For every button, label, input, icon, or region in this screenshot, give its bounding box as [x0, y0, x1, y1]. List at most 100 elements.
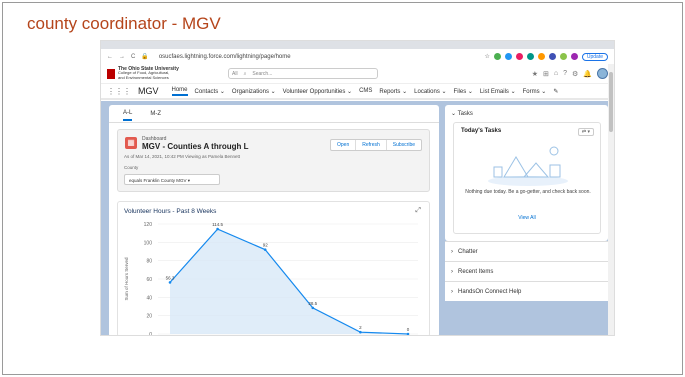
help-icon[interactable]: ? [563, 70, 567, 77]
extension-icon[interactable] [537, 53, 545, 60]
expand-icon[interactable]: ⤢ [415, 207, 421, 215]
chevron-right-icon: › [451, 268, 453, 275]
refresh-button[interactable]: Refresh [356, 140, 387, 150]
data-point [168, 281, 172, 284]
page-content: A-L M-Z ▦ Dashboard MGV - Counties A thr… [101, 101, 614, 336]
todays-tasks-title: Today's Tasks [461, 128, 502, 134]
dashboard-header: ▦ Dashboard MGV - Counties A through L A… [117, 129, 430, 192]
extension-icon[interactable] [504, 53, 512, 60]
add-icon[interactable]: ⊞ [543, 70, 549, 78]
gear-icon[interactable]: ⚙ [572, 70, 578, 78]
tasks-card: ⌄ Tasks Today's Tasks ⇄ ▾ Nothing due to… [445, 105, 608, 241]
data-label: 28.5 [308, 301, 317, 306]
extension-bar: ☆ Update [484, 52, 608, 61]
dashboard-meta: As of Mar 14, 2021, 10:42 PM Viewing as … [124, 154, 240, 159]
url-text[interactable]: osucfaes.lightning.force.com/lightning/p… [159, 54, 291, 60]
data-label: 0 [407, 327, 410, 332]
page-scrollbar[interactable] [608, 64, 614, 335]
lock-icon: 🔒 [141, 54, 149, 60]
series-area [170, 229, 408, 334]
star-icon[interactable]: ☆ [484, 53, 489, 60]
org-name-line3: and Environmental Sciences [118, 74, 169, 80]
nav-item-label: Files [453, 88, 467, 95]
y-tick-label: 40 [146, 295, 152, 301]
org-name: The Ohio State University College of Foo… [118, 66, 188, 81]
avatar[interactable] [597, 68, 608, 79]
nav-item-organizations[interactable]: Organizations ⌄ [232, 88, 276, 95]
slide-title: county coordinator - MGV [27, 14, 221, 33]
accordion-label: Chatter [458, 248, 478, 255]
chevron-right-icon: › [451, 288, 453, 295]
extension-icon[interactable] [526, 53, 534, 60]
edit-nav-icon[interactable]: ✎ [553, 88, 558, 95]
empty-tasks-message: Nothing due today. Be a go-getter, and c… [465, 189, 591, 195]
right-panel: ⌄ Tasks Today's Tasks ⇄ ▾ Nothing due to… [445, 105, 608, 335]
extension-icon[interactable] [559, 53, 567, 60]
search-icon: ⌕ [243, 70, 247, 77]
search-placeholder: Search... [252, 70, 273, 77]
y-tick-label: 0 [149, 332, 152, 336]
nav-item-reports[interactable]: Reports ⌄ [379, 88, 407, 95]
dashboard-icon: ▦ [125, 137, 137, 149]
y-tick-label: 100 [144, 240, 153, 246]
salesforce-header: The Ohio State University College of Foo… [101, 64, 614, 84]
osu-logo [107, 68, 115, 79]
open-button[interactable]: Open [331, 140, 357, 150]
nav-item-volunteer-opportunities[interactable]: Volunteer Opportunities ⌄ [283, 88, 352, 95]
forward-icon[interactable]: → [119, 54, 125, 60]
nav-item-cms[interactable]: CMS [359, 88, 372, 94]
tab-m-z[interactable]: M-Z [150, 111, 161, 117]
nav-item-label: Organizations [231, 88, 269, 95]
data-label: 2 [359, 325, 362, 330]
search-scope[interactable]: All [232, 71, 238, 77]
accordion-label: Recent Items [458, 268, 494, 275]
y-tick-label: 60 [146, 277, 152, 283]
line-chart: 020406080100120Sum of Hours Served 56.311… [124, 222, 418, 336]
accordion-recent-items[interactable]: › Recent Items [445, 261, 608, 281]
dashboard-title: MGV - Counties A through L [142, 142, 249, 151]
accordion-chatter[interactable]: › Chatter [445, 241, 608, 261]
nav-item-locations[interactable]: Locations ⌄ [414, 88, 446, 95]
filter-label: County [124, 165, 139, 170]
county-filter[interactable]: equals Franklin County MGV ▾ [124, 174, 220, 185]
y-axis-label: Sum of Hours Served [124, 257, 129, 301]
county-filter-value: equals Franklin County MGV [129, 178, 187, 183]
update-button[interactable]: Update [581, 52, 608, 61]
app-launcher-icon[interactable]: ⋮⋮⋮ [107, 87, 131, 96]
nav-item-forms[interactable]: Forms ⌄ [523, 88, 547, 95]
profile-icon[interactable] [570, 53, 578, 60]
data-label: 56.3 [166, 275, 175, 280]
subscribe-button[interactable]: Subscribe [387, 140, 421, 150]
nav-item-label: List Emails [479, 88, 509, 95]
nav-item-label: Forms [522, 88, 540, 95]
trailhead-icon[interactable]: ⌂ [554, 70, 558, 77]
tasks-filter-dropdown[interactable]: ⇄ ▾ [577, 128, 594, 136]
empty-state-illustration [488, 146, 568, 186]
scrollbar-thumb[interactable] [609, 72, 613, 132]
header-utility-icons: ★ ⊞ ⌂ ? ⚙ 🔔 [532, 68, 608, 79]
accordion-handson-help[interactable]: › HandsOn Connect Help [445, 281, 608, 301]
nav-item-files[interactable]: Files ⌄ [454, 88, 473, 95]
slide-frame: county coordinator - MGV ← → C 🔒 osucfae… [2, 2, 683, 375]
nav-item-home[interactable]: Home [171, 87, 188, 96]
browser-tabstrip [101, 41, 614, 49]
tasks-header[interactable]: ⌄ Tasks [445, 105, 608, 122]
bell-icon[interactable]: 🔔 [583, 70, 592, 78]
global-search[interactable]: All ⌕ Search... [228, 68, 378, 79]
view-all-link[interactable]: View All [454, 215, 600, 221]
dashboard-tabs: A-L M-Z [109, 105, 439, 123]
data-point [406, 332, 410, 335]
back-icon[interactable]: ← [107, 54, 113, 60]
favorites-icon[interactable]: ★ [532, 70, 538, 78]
nav-item-list-emails[interactable]: List Emails ⌄ [480, 88, 516, 95]
nav-item-label: Contacts [194, 88, 219, 95]
reload-icon[interactable]: C [131, 54, 135, 60]
accordion-label: HandsOn Connect Help [458, 288, 522, 295]
nav-item-contacts[interactable]: Contacts ⌄ [195, 88, 225, 95]
tab-a-l[interactable]: A-L [123, 110, 133, 121]
extension-icon[interactable] [515, 53, 523, 60]
dashboard-panel: A-L M-Z ▦ Dashboard MGV - Counties A thr… [109, 105, 439, 336]
app-nav-bar: ⋮⋮⋮ MGV Home Contacts ⌄ Organizations ⌄ … [101, 84, 614, 100]
extension-icon[interactable] [548, 53, 556, 60]
extension-icon[interactable] [493, 53, 501, 60]
